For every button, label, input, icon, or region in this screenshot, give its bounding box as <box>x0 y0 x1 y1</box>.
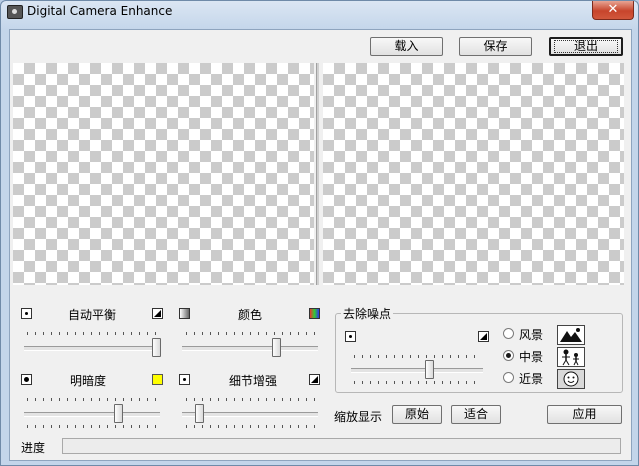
denoise-track <box>351 368 483 373</box>
brightness-ticks <box>27 398 159 401</box>
radio-closeup-label: 近景 <box>519 372 544 386</box>
denoise-min-icon <box>345 331 356 342</box>
denoise-ticks-bottom <box>354 381 482 384</box>
auto-balance-max-icon <box>152 308 163 319</box>
color-slider[interactable] <box>271 338 281 357</box>
window-title: Digital Camera Enhance <box>27 4 173 18</box>
app-window: Digital Camera Enhance ✕ 载入 保存 退出 自动平衡 颜… <box>0 0 639 466</box>
mountain-icon <box>557 325 585 345</box>
color-label: 颜色 <box>238 308 263 322</box>
denoise-slider[interactable] <box>425 360 435 379</box>
progress-label: 进度 <box>21 441 46 455</box>
detail-ticks-bottom <box>186 425 318 428</box>
radio-landscape[interactable] <box>503 328 514 339</box>
enhanced-image-preview <box>323 63 624 285</box>
denoise-ticks <box>354 355 482 358</box>
brightness-slider[interactable] <box>113 404 123 423</box>
close-button[interactable]: ✕ <box>592 1 634 20</box>
zoom-label: 缩放显示 <box>334 410 383 424</box>
preview-divider <box>316 63 319 285</box>
exit-button[interactable]: 退出 <box>549 37 623 56</box>
color-ticks <box>186 332 318 335</box>
color-max-icon <box>309 308 320 319</box>
camera-icon <box>7 5 23 19</box>
brightness-label: 明暗度 <box>70 374 107 388</box>
brightness-track <box>24 412 160 417</box>
auto-balance-track <box>24 346 160 351</box>
denoise-group-title: 去除噪点 <box>341 305 394 322</box>
zoom-fit-button[interactable]: 适合 <box>451 405 501 424</box>
brightness-max-icon <box>152 374 163 385</box>
auto-balance-ticks <box>27 332 159 335</box>
brightness-min-icon <box>21 374 32 385</box>
auto-balance-label: 自动平衡 <box>68 308 117 322</box>
brightness-ticks-bottom <box>27 425 159 428</box>
detail-slider[interactable] <box>194 404 204 423</box>
detail-ticks <box>186 398 318 401</box>
radio-landscape-label: 风景 <box>519 328 544 342</box>
load-button[interactable]: 载入 <box>370 37 443 56</box>
title-bar: Digital Camera Enhance ✕ <box>1 1 638 25</box>
color-min-icon <box>179 308 190 319</box>
radio-medium[interactable] <box>503 350 514 361</box>
progress-bar <box>62 438 621 454</box>
color-track <box>182 346 318 351</box>
radio-closeup[interactable] <box>503 372 514 383</box>
detail-label: 细节增强 <box>229 374 278 388</box>
detail-max-icon <box>309 374 320 385</box>
denoise-max-icon <box>478 331 489 342</box>
zoom-original-button[interactable]: 原始 <box>392 405 442 424</box>
auto-balance-min-icon <box>21 308 32 319</box>
original-image-preview <box>13 63 314 285</box>
detail-min-icon <box>179 374 190 385</box>
face-icon <box>557 369 585 389</box>
apply-button[interactable]: 应用 <box>547 405 622 424</box>
client-area: 载入 保存 退出 自动平衡 颜色 明暗度 细节增强 去除噪点 风景 中景 近景 … <box>9 29 632 461</box>
radio-medium-label: 中景 <box>519 350 544 364</box>
auto-balance-slider[interactable] <box>152 338 161 357</box>
save-button[interactable]: 保存 <box>459 37 532 56</box>
exit-button-label: 退出 <box>554 40 618 53</box>
people-icon <box>557 347 585 367</box>
